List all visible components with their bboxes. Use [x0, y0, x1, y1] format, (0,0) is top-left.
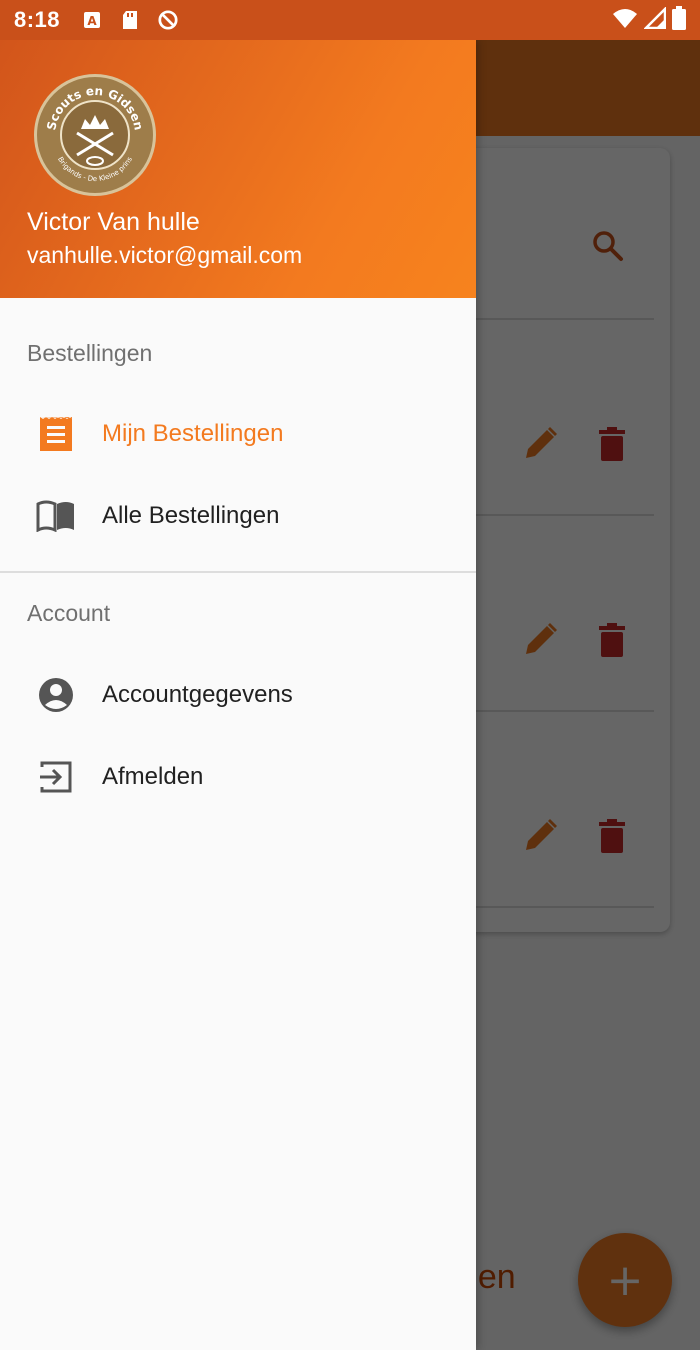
- section-label-account: Account: [27, 600, 111, 626]
- divider: [0, 571, 476, 573]
- menu-item-account-details[interactable]: Accountgegevens: [0, 654, 476, 736]
- sd-card-icon: [120, 10, 140, 30]
- menu-item-label: Alle Bestellingen: [102, 502, 280, 529]
- user-email: vanhulle.victor@gmail.com: [27, 242, 303, 268]
- no-sync-icon: [158, 10, 178, 30]
- wifi-icon: [612, 7, 638, 34]
- a-icon: A: [82, 10, 102, 30]
- battery-icon: [672, 5, 686, 35]
- status-bar: 8:18 A: [0, 0, 700, 40]
- navigation-drawer: Scouts en Gidsen Brigands - De Kleine pr…: [0, 40, 476, 1350]
- status-time: 8:18: [14, 7, 61, 32]
- book-icon: [36, 496, 76, 536]
- scouts-logo: Scouts en Gidsen Brigands - De Kleine pr…: [34, 74, 156, 196]
- logout-icon: [36, 757, 76, 797]
- drawer-header: Scouts en Gidsen Brigands - De Kleine pr…: [0, 40, 476, 298]
- receipt-icon: [36, 414, 76, 454]
- menu-item-label: Afmelden: [102, 763, 204, 790]
- user-name: Victor Van hulle: [27, 208, 200, 236]
- signal-icon: [642, 5, 667, 34]
- menu-item-logout[interactable]: Afmelden: [0, 736, 476, 818]
- menu-item-all-orders[interactable]: Alle Bestellingen: [0, 475, 476, 557]
- svg-text:A: A: [87, 14, 97, 28]
- menu-item-label: Accountgegevens: [102, 681, 293, 708]
- menu-item-label: Mijn Bestellingen: [102, 420, 284, 447]
- account-circle-icon: [36, 675, 76, 715]
- section-label-orders: Bestellingen: [27, 340, 153, 366]
- menu-item-my-orders[interactable]: Mijn Bestellingen: [0, 393, 476, 475]
